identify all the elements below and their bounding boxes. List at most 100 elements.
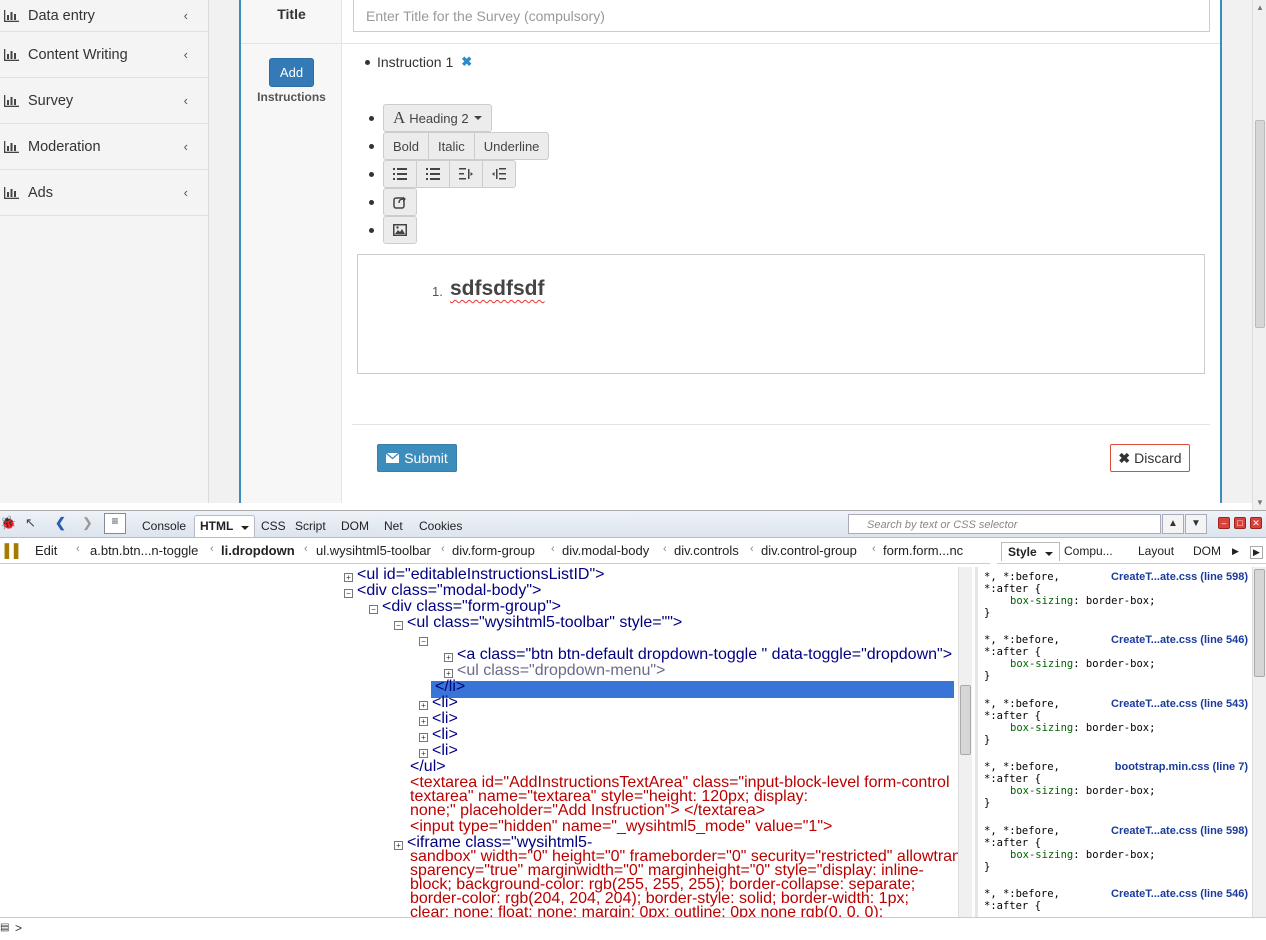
detach-icon[interactable]: □ — [1234, 517, 1246, 529]
tab-layout[interactable]: Layout — [1138, 544, 1174, 558]
minimize-icon[interactable]: – — [1218, 517, 1230, 529]
breadcrumb-item[interactable]: div.controls — [674, 543, 739, 558]
search-prev-button[interactable]: ▲ — [1162, 514, 1184, 534]
bold-button[interactable]: Bold — [383, 132, 430, 160]
collapse-icon[interactable]: − — [369, 605, 378, 614]
close-icon[interactable]: ✕ — [1250, 517, 1262, 529]
unordered-list-button[interactable] — [383, 160, 417, 188]
expand-icon[interactable]: + — [419, 717, 428, 726]
rule-source-link[interactable]: bootstrap.min.css (line 7) — [1115, 761, 1248, 773]
tab-html[interactable]: HTML — [194, 515, 256, 537]
insert-link-button[interactable] — [383, 188, 417, 216]
ordered-list-button[interactable] — [416, 160, 450, 188]
outdent-button[interactable] — [449, 160, 483, 188]
tab-console[interactable]: Console — [137, 516, 191, 538]
edit-button[interactable]: Edit — [35, 543, 57, 558]
tab-computed[interactable]: Compu... — [1064, 544, 1113, 558]
search-next-button[interactable]: ▼ — [1185, 514, 1207, 534]
scrollbar-thumb[interactable] — [960, 685, 971, 755]
tab-script[interactable]: Script — [290, 516, 331, 538]
breadcrumb-item[interactable]: ul.wysihtml5-toolbar — [316, 543, 431, 558]
scroll-up-arrow-icon[interactable]: ▲ — [1256, 3, 1264, 12]
sidebar-item-survey[interactable]: Survey ‹ — [0, 78, 208, 124]
tab-dom[interactable]: DOM — [336, 516, 374, 538]
rule-source-link[interactable]: CreateT...ate.css (line 546) — [1111, 634, 1248, 646]
breadcrumb-separator: ‹ — [76, 543, 80, 555]
scrollbar-thumb[interactable] — [1254, 569, 1265, 677]
submit-button[interactable]: Submit — [377, 444, 457, 472]
html-pane-scrollbar[interactable] — [958, 567, 972, 917]
expand-icon[interactable]: + — [419, 733, 428, 742]
editor-content-text[interactable]: sdfsdfsdf — [450, 277, 545, 301]
expand-icon[interactable]: + — [444, 669, 453, 678]
style-pane-scrollbar[interactable] — [1252, 567, 1266, 917]
tab-css[interactable]: CSS — [256, 516, 291, 538]
collapse-icon[interactable]: − — [419, 637, 428, 646]
heading-dropdown-button[interactable]: A Heading 2 — [383, 104, 492, 132]
property-value: border-box; — [1085, 722, 1156, 734]
insert-image-button[interactable] — [383, 216, 417, 244]
remove-instruction-icon[interactable]: ✖ — [461, 54, 472, 70]
italic-button[interactable]: Italic — [428, 132, 475, 160]
underline-button[interactable]: Underline — [473, 132, 550, 160]
expand-icon[interactable]: + — [344, 573, 353, 582]
outdent-icon — [459, 168, 473, 180]
collapse-icon[interactable]: − — [344, 589, 353, 598]
sidebar-item-moderation[interactable]: Moderation ‹ — [0, 124, 208, 170]
selected-node-highlight — [431, 681, 954, 698]
sidebar-item-content-writing[interactable]: Content Writing ‹ — [0, 32, 208, 78]
rule-source-link[interactable]: CreateT...ate.css (line 543) — [1111, 698, 1248, 710]
command-editor-icon[interactable]: ≡ — [104, 513, 126, 534]
firebug-search-input[interactable] — [848, 514, 1161, 534]
sidebar-item-ads[interactable]: Ads ‹ — [0, 170, 208, 216]
breadcrumb-separator: ‹ — [551, 543, 555, 555]
expand-icon[interactable]: + — [444, 653, 453, 662]
envelope-icon — [386, 453, 400, 463]
css-rule: *, *:before, *:after { box-sizing: borde… — [984, 698, 1250, 746]
inspect-element-icon[interactable]: ↖ — [25, 515, 36, 531]
panel-menu-arrow-icon[interactable]: ▶ — [1250, 546, 1263, 559]
rule-source-link[interactable]: CreateT...ate.css (line 598) — [1111, 825, 1248, 837]
page-scrollbar[interactable]: ▲ ▼ — [1252, 0, 1266, 510]
rule-property[interactable]: box-sizing: border-box; — [984, 722, 1250, 734]
indent-button[interactable] — [482, 160, 516, 188]
rich-text-editor[interactable]: 1. sdfsdfsdf — [357, 254, 1205, 374]
rule-property[interactable]: box-sizing: border-box; — [984, 658, 1250, 670]
rule-property[interactable]: box-sizing: border-box; — [984, 595, 1250, 607]
command-line[interactable]: ▤ > — [0, 917, 1266, 940]
survey-title-input[interactable] — [353, 0, 1210, 32]
forward-arrow-icon[interactable]: ❯ — [82, 515, 93, 531]
rule-source-link[interactable]: CreateT...ate.css (line 546) — [1111, 888, 1248, 900]
tab-cookies[interactable]: Cookies — [414, 516, 467, 538]
breadcrumb-item[interactable]: form.form...nc — [883, 543, 963, 558]
scrollbar-thumb[interactable] — [1255, 120, 1265, 328]
breadcrumb-item[interactable]: div.form-group — [452, 543, 535, 558]
discard-button[interactable]: ✖ Discard — [1110, 444, 1190, 472]
more-tabs-arrow-icon[interactable]: ▶ — [1232, 546, 1239, 557]
collapse-icon[interactable]: − — [394, 621, 403, 630]
breadcrumb-item[interactable]: div.modal-body — [562, 543, 649, 558]
property-value: border-box; — [1085, 849, 1156, 861]
firebug-bug-icon[interactable]: 🐞 — [0, 515, 16, 531]
breadcrumb-item[interactable]: a.btn.btn...n-toggle — [90, 543, 198, 558]
expand-icon[interactable]: + — [394, 841, 403, 850]
sidebar-item-label: Data entry — [28, 7, 95, 24]
add-instruction-button[interactable]: Add — [269, 58, 314, 87]
expand-icon[interactable]: + — [419, 701, 428, 710]
tab-style[interactable]: Style — [1001, 542, 1061, 561]
rule-property[interactable]: box-sizing: border-box; — [984, 785, 1250, 797]
tab-net[interactable]: Net — [379, 516, 408, 538]
inspect-icon[interactable]: ▐▐ — [0, 543, 18, 558]
sidebar-item-data-entry[interactable]: Data entry ‹ — [0, 0, 208, 32]
back-arrow-icon[interactable]: ❮ — [55, 515, 66, 531]
scroll-down-arrow-icon[interactable]: ▼ — [1256, 498, 1264, 507]
expand-icon[interactable]: + — [419, 749, 428, 758]
breadcrumb-item-selected[interactable]: li.dropdown — [221, 543, 295, 558]
breadcrumb-item[interactable]: div.control-group — [761, 543, 857, 558]
rule-source-link[interactable]: CreateT...ate.css (line 598) — [1111, 571, 1248, 583]
tab-side-dom[interactable]: DOM — [1193, 544, 1221, 558]
tree-node[interactable]: + <ul class="dropdown-menu"> — [444, 662, 665, 680]
rule-property[interactable]: box-sizing: border-box; — [984, 849, 1250, 861]
node-text: <input type="hidden" name="_wysihtml5_mo… — [410, 818, 833, 835]
node-text: <li> — [432, 694, 458, 711]
